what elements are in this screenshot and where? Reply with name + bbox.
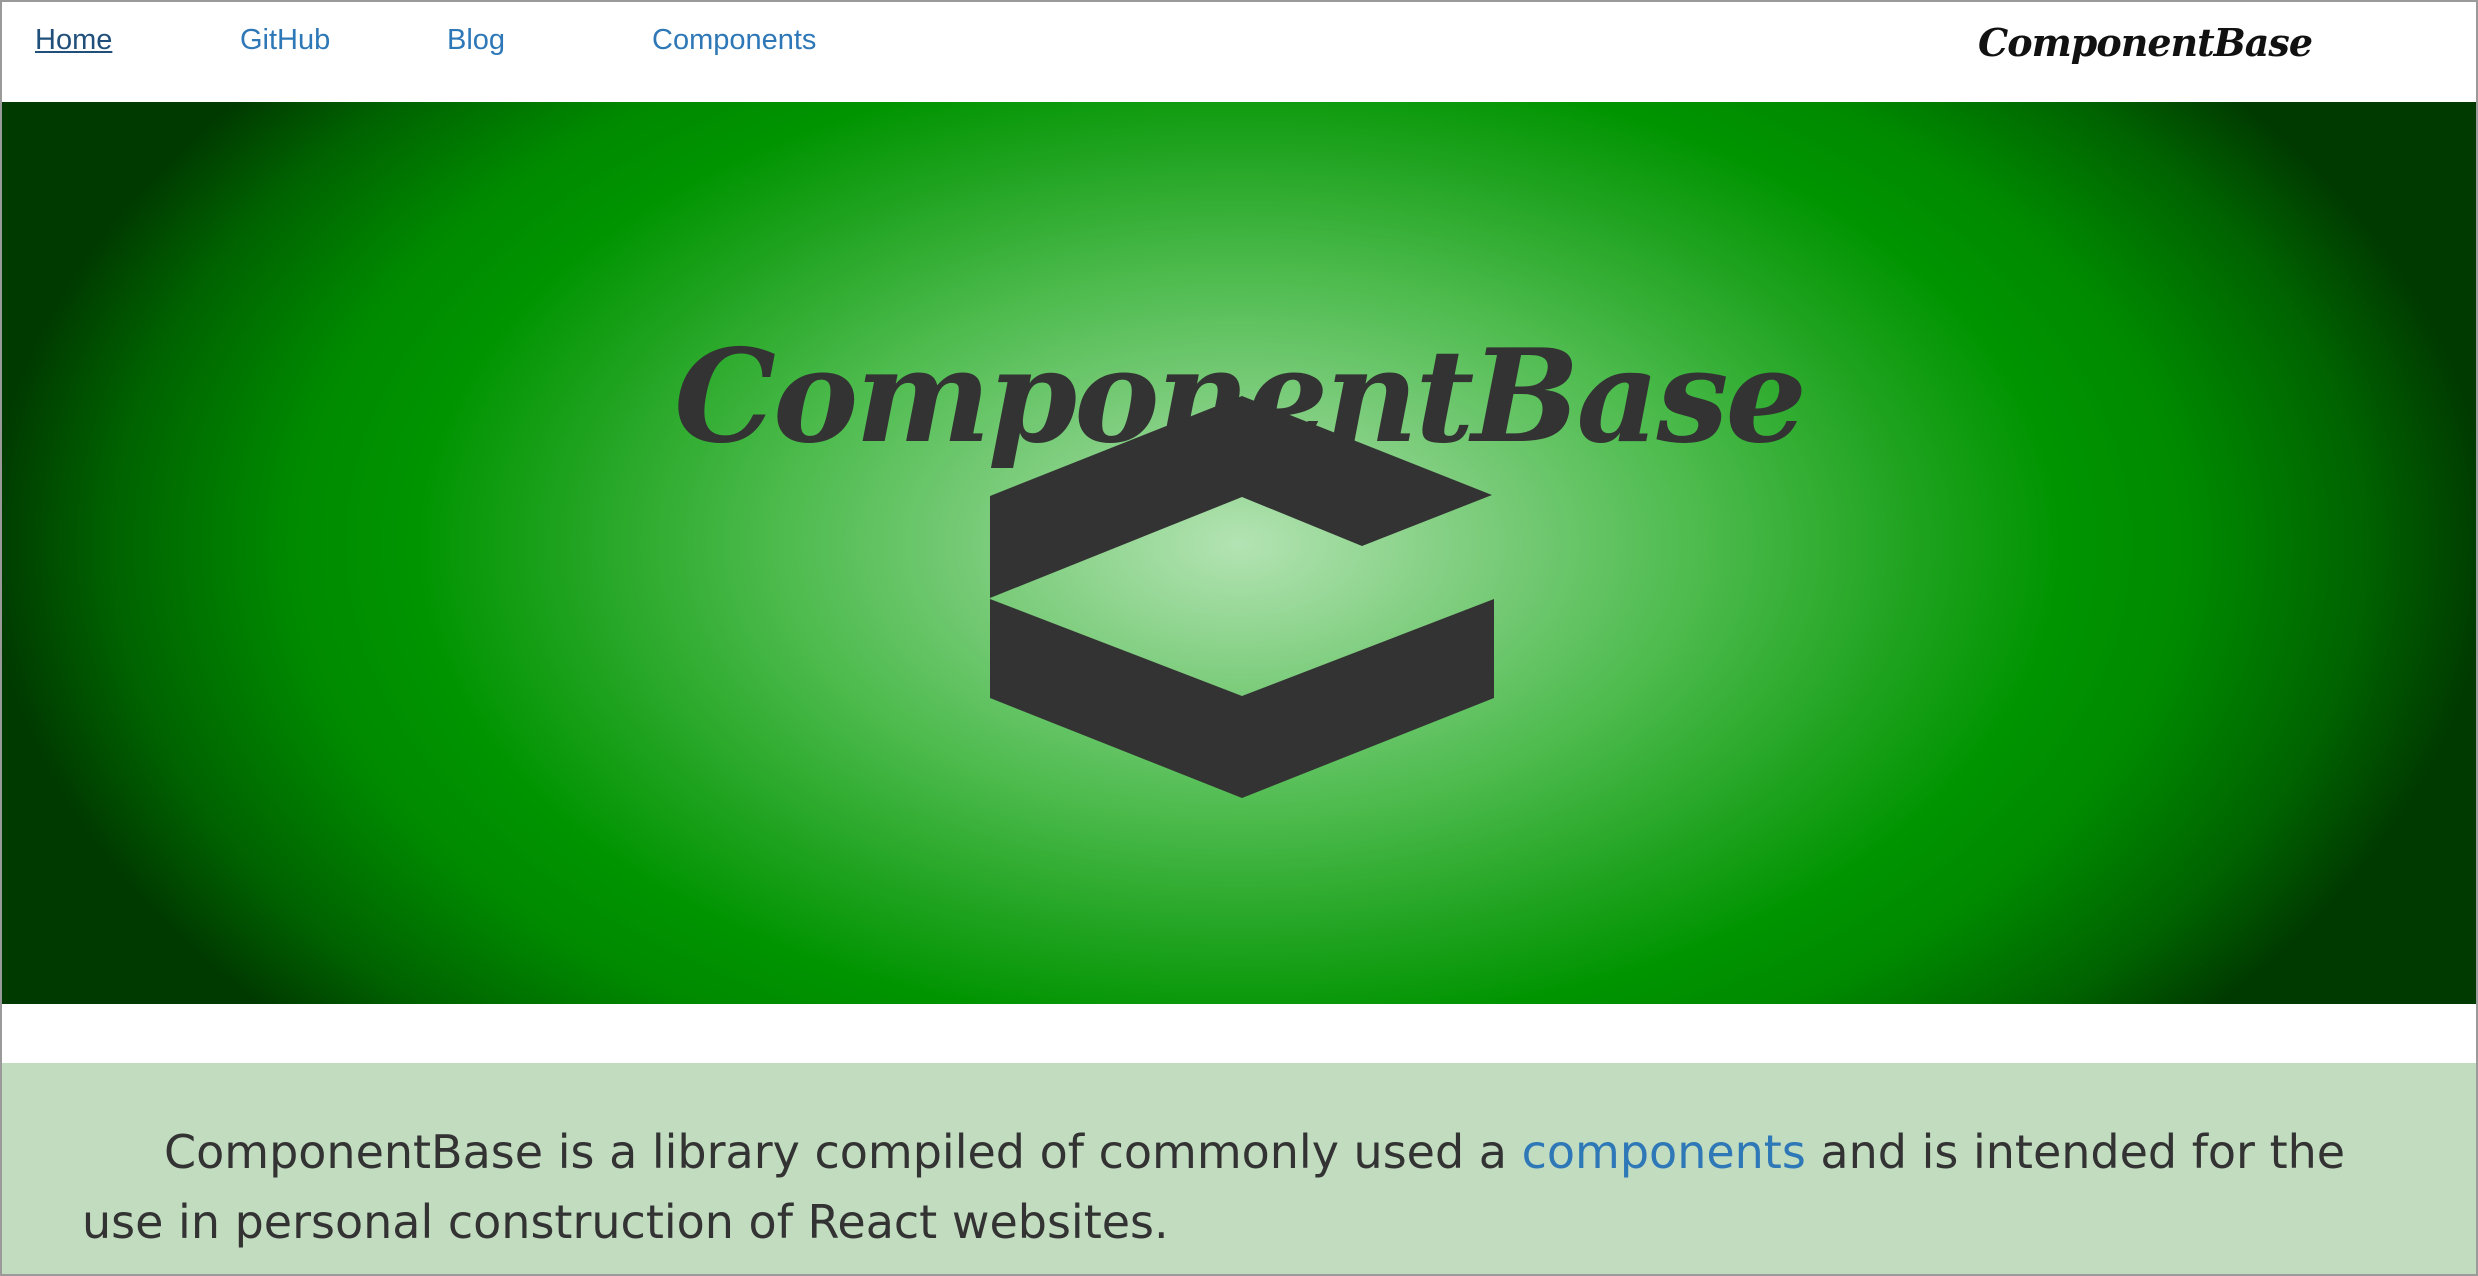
nav-link-blog[interactable]: Blog	[447, 24, 505, 57]
nav-link-home[interactable]: Home	[35, 24, 112, 57]
nav-link-github[interactable]: GitHub	[240, 24, 330, 57]
intro-paragraph: ComponentBase is a library compiled of c…	[82, 1117, 2372, 1257]
nav-link-components[interactable]: Components	[652, 24, 816, 57]
page: Home GitHub Blog Components ComponentBas…	[0, 0, 2478, 1276]
logo-upper-band	[990, 396, 1492, 598]
components-link[interactable]: components	[1522, 1125, 1806, 1179]
logo-lower-band	[990, 599, 1494, 798]
intro-section: ComponentBase is a library compiled of c…	[2, 1063, 2476, 1274]
nav-brand[interactable]: ComponentBase	[1978, 20, 2313, 65]
componentbase-logo-icon	[990, 396, 1494, 798]
hero-banner: ComponentBase	[2, 102, 2476, 1004]
top-navigation: Home GitHub Blog Components ComponentBas…	[2, 2, 2476, 102]
intro-text-before: ComponentBase is a library compiled of c…	[164, 1125, 1522, 1179]
